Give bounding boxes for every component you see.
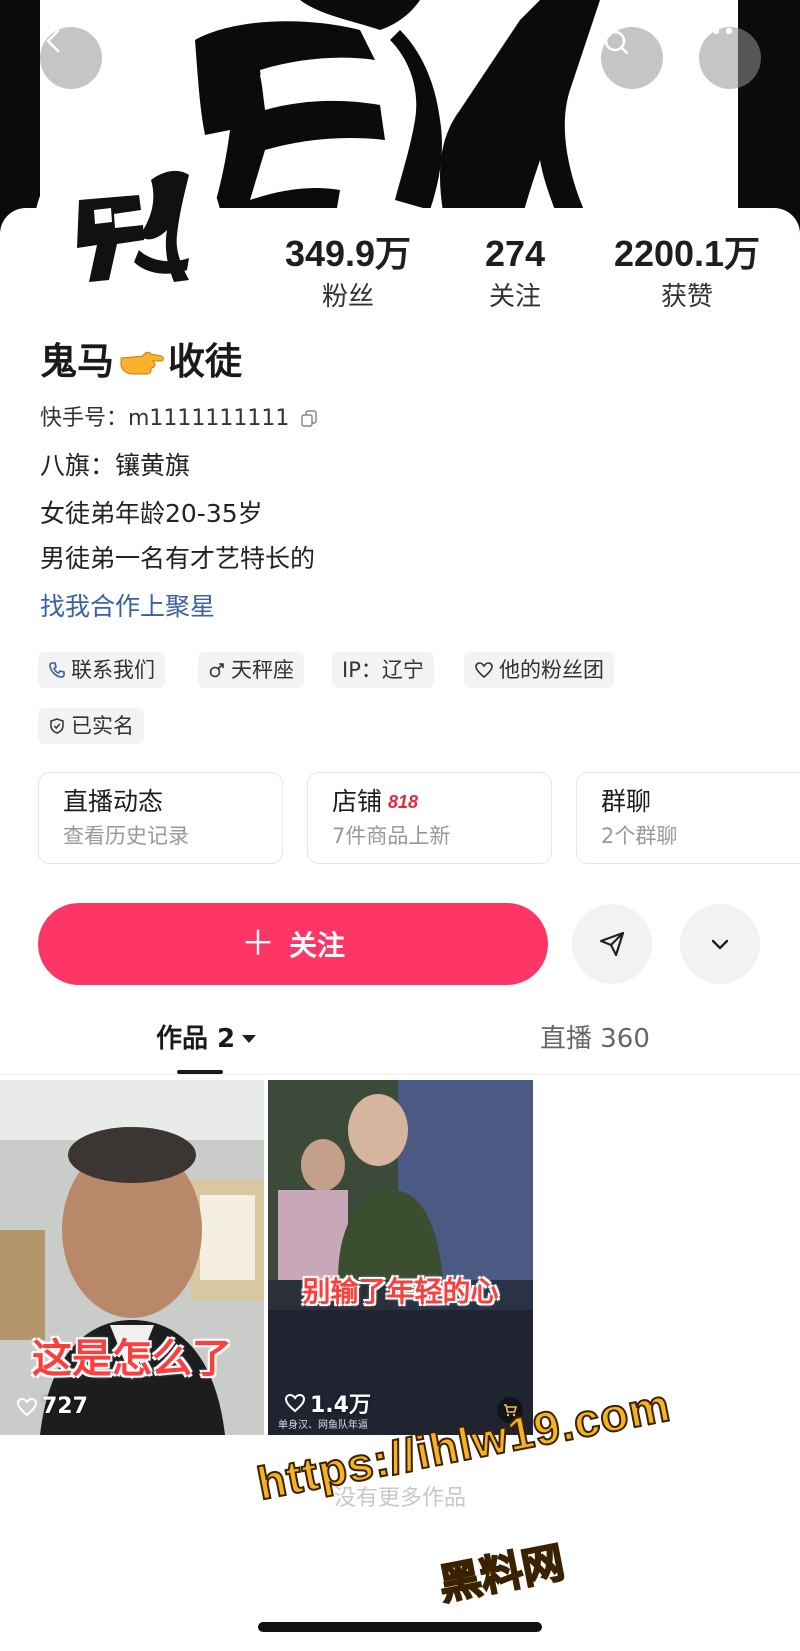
following-label: 关注 — [488, 282, 541, 312]
video-likes-count: 727 — [42, 1394, 88, 1419]
fans-count: 349.9万 — [284, 233, 412, 274]
video-likes: 727 — [16, 1394, 88, 1419]
likes-count: 2200.1万 — [613, 233, 761, 274]
tag-zodiac: 天秤座 — [198, 652, 304, 688]
phone-icon — [49, 662, 65, 678]
shop-subtitle: 7件商品上新 — [332, 824, 451, 848]
profile-name-part2: 收徒 — [168, 340, 242, 383]
chevron-left-icon — [46, 29, 60, 53]
more-button[interactable] — [699, 27, 761, 89]
shop-title-row: 店铺 818 — [332, 785, 527, 819]
chevron-down-icon — [711, 939, 729, 950]
fans-label: 粉丝 — [321, 282, 374, 312]
live-history-entry[interactable]: 直播动态 查看历史记录 — [38, 772, 283, 864]
kuaishou-id-text: 快手号：m1111111111 — [40, 406, 290, 431]
stat-fans[interactable]: 349.9万 粉丝 — [268, 233, 428, 313]
home-indicator[interactable] — [258, 1622, 542, 1632]
tag-verified: 已实名 — [38, 708, 144, 744]
share-button[interactable] — [572, 904, 652, 984]
search-icon — [604, 30, 629, 55]
active-tab-underline — [177, 1070, 223, 1074]
search-button[interactable] — [601, 27, 663, 89]
bio-line: 八旗：镶黄旗 — [40, 451, 191, 480]
tag-contact-label: 联系我们 — [71, 658, 155, 682]
content-tabs: 作品 2 直播 360 — [0, 1015, 800, 1075]
tag-fan-group[interactable]: 他的粉丝团 — [464, 652, 614, 688]
tab-works-label: 作品 2 — [156, 1024, 236, 1054]
heart-outline-icon — [284, 1393, 306, 1413]
bio-line: 女徒弟年龄20-35岁 — [40, 499, 263, 528]
avatar-logo-image — [39, 140, 217, 318]
back-button[interactable] — [40, 27, 102, 89]
stat-likes[interactable]: 2200.1万 获赞 — [592, 233, 782, 313]
tag-zodiac-label: 天秤座 — [231, 658, 294, 682]
group-chat-entry[interactable]: 群聊 2个群聊 — [576, 772, 800, 864]
profile-name: 鬼马 收徒 — [40, 340, 242, 384]
shop-entry[interactable]: 店铺 818 7件商品上新 — [307, 772, 552, 864]
video-small-caption: 单身汉、网鱼队年逼 — [278, 1420, 368, 1431]
tab-live[interactable]: 直播 360 — [540, 1021, 650, 1057]
cooperation-link[interactable]: 找我合作上聚星 — [40, 591, 215, 623]
recommend-dropdown-button[interactable] — [680, 904, 760, 984]
following-count: 274 — [484, 233, 546, 274]
profile-name-part1: 鬼马 — [40, 340, 114, 383]
caret-down-icon — [242, 1035, 257, 1043]
video-cover-image — [268, 1080, 533, 1435]
video-caption: 别输了年轻的心 — [302, 1275, 499, 1308]
video-likes: 1.4万 — [284, 1387, 371, 1419]
heart-outline-icon — [475, 662, 493, 679]
video-grid: 这是怎么了 727 别输了年轻的心 1.4万 单身汉、网鱼队年逼 — [0, 1080, 800, 1435]
tag-contact[interactable]: 联系我们 — [38, 652, 165, 688]
video-caption: 这是怎么了 — [32, 1336, 232, 1382]
tag-fan-group-label: 他的粉丝团 — [499, 658, 604, 682]
shop-title: 店铺 — [332, 787, 383, 816]
follow-button[interactable]: ＋ 关注 — [38, 903, 548, 985]
kuaishou-id[interactable]: 快手号：m1111111111 — [40, 405, 319, 433]
send-icon — [599, 931, 625, 957]
shield-check-icon — [50, 718, 64, 734]
more-dots-icon — [699, 27, 733, 35]
likes-label: 获赞 — [660, 282, 713, 312]
heart-outline-icon — [16, 1397, 38, 1416]
live-history-subtitle: 查看历史记录 — [63, 824, 189, 848]
video-likes-count: 1.4万 — [310, 1393, 371, 1418]
stat-following[interactable]: 274 关注 — [460, 233, 570, 313]
avatar[interactable] — [39, 140, 217, 318]
group-chat-subtitle: 2个群聊 — [601, 824, 678, 848]
tab-works[interactable]: 作品 2 — [156, 1021, 257, 1057]
video-thumbnail[interactable]: 这是怎么了 727 — [0, 1080, 264, 1435]
watermark-name: 黑料网 — [434, 1536, 569, 1610]
shop-818-badge: 818 — [388, 792, 419, 812]
follow-button-label: 关注 — [288, 929, 345, 962]
tag-verified-label: 已实名 — [71, 714, 134, 738]
live-history-title: 直播动态 — [63, 787, 164, 816]
plus-icon: ＋ — [240, 924, 275, 964]
tag-ip: IP：辽宁 — [332, 652, 434, 688]
bio-line: 男徒弟一名有才艺特长的 — [40, 544, 316, 573]
video-thumbnail[interactable]: 别输了年轻的心 1.4万 单身汉、网鱼队年逼 — [268, 1080, 533, 1435]
group-chat-title: 群聊 — [601, 787, 652, 816]
male-symbol-icon — [209, 663, 224, 678]
pointing-hand-emoji-icon — [120, 351, 164, 375]
watermark: https://ihlw19.com 黑料网 — [252, 1377, 778, 1610]
copy-icon[interactable] — [299, 409, 319, 429]
tag-ip-label: IP：辽宁 — [342, 658, 424, 682]
